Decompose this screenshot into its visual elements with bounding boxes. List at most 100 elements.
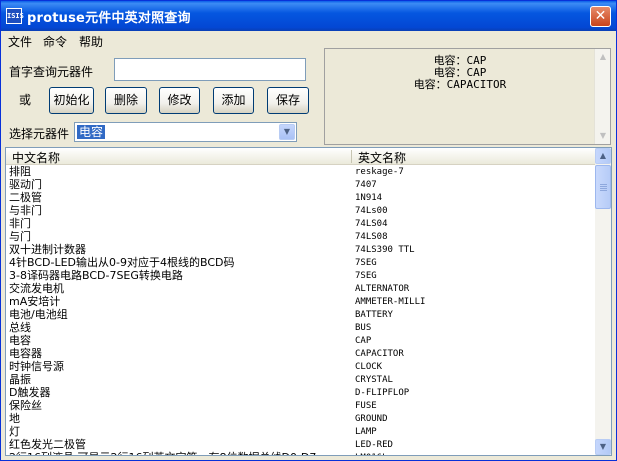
add-button[interactable]: 添加 [213, 87, 254, 114]
search-label: 首字查询元器件 [9, 65, 94, 79]
info-scrollbar[interactable]: ▲ ▼ [594, 49, 610, 144]
table-row[interactable]: 2行16列液晶 可显示2行16列英文字符，有8位数据总线D0-D7 LM016L [6, 451, 596, 455]
table-row[interactable]: D触发器 D-FLIPFLOP [6, 386, 596, 400]
table-row[interactable]: 灯 LAMP [6, 425, 596, 439]
cell-english-name: D-FLIPFLOP [355, 388, 410, 398]
scroll-up-icon[interactable]: ▲ [596, 50, 610, 64]
select-label: 选择元器件 [9, 127, 70, 141]
cell-english-name: 7SEG [355, 258, 377, 268]
cell-chinese-name: 保险丝 [9, 399, 42, 412]
column-header-chinese[interactable]: 中文名称 [12, 149, 60, 166]
cell-english-name: CRYSTAL [355, 375, 393, 385]
table-row[interactable]: 总线 BUS [6, 321, 596, 335]
search-input[interactable] [114, 58, 306, 81]
cell-chinese-name: 时钟信号源 [9, 360, 64, 373]
cell-english-name: 7SEG [355, 271, 377, 281]
app-window: ISIS protuse元件中英对照查询 ✕ 文件 命令 帮助 首字查询元器件 … [0, 0, 617, 461]
table-row[interactable]: 电池/电池组 BATTERY [6, 308, 596, 322]
cell-chinese-name: 交流发电机 [9, 282, 64, 295]
cell-chinese-name: 与门 [9, 230, 31, 243]
cell-english-name: LAMP [355, 427, 377, 437]
cell-english-name: 7407 [355, 180, 377, 190]
scroll-down-icon[interactable]: ▼ [596, 129, 610, 143]
menu-file[interactable]: 文件 [8, 33, 32, 50]
cell-english-name: reskage-7 [355, 167, 404, 177]
cell-english-name: 74LS04 [355, 219, 388, 229]
menu-command[interactable]: 命令 [43, 33, 67, 50]
cell-chinese-name: mA安培计 [9, 295, 61, 308]
cell-chinese-name: 电容器 [9, 347, 42, 360]
cell-chinese-name: 红色发光二极管 [9, 438, 86, 451]
info-panel: 电容：CAP 电容：CAP 电容：CAPACITOR ▲ ▼ [324, 48, 611, 145]
cell-english-name: LED-RED [355, 440, 393, 450]
table-row[interactable]: 3-8译码器电路BCD-7SEG转换电路 7SEG [6, 269, 596, 283]
cell-chinese-name: 排阻 [9, 165, 31, 178]
list-scrollbar[interactable]: ▲ ▼ [595, 148, 611, 455]
cell-english-name: GROUND [355, 414, 388, 424]
table-row[interactable]: 驱动门 7407 [6, 178, 596, 192]
column-header-english[interactable]: 英文名称 [358, 149, 406, 166]
cell-chinese-name: 晶振 [9, 373, 31, 386]
cell-chinese-name: 4针BCD-LED输出从0-9对应于4根线的BCD码 [9, 256, 235, 269]
scroll-up-icon[interactable]: ▲ [595, 148, 611, 164]
column-divider[interactable] [351, 150, 352, 163]
table-row[interactable]: 交流发电机 ALTERNATOR [6, 282, 596, 296]
chevron-down-icon[interactable]: ▼ [279, 124, 295, 140]
window-title: protuse元件中英对照查询 [27, 11, 191, 26]
table-row[interactable]: 电容 CAP [6, 334, 596, 348]
cell-english-name: FUSE [355, 401, 377, 411]
cell-english-name: LM016L [355, 452, 388, 455]
scroll-down-icon[interactable]: ▼ [595, 439, 611, 455]
table-row[interactable]: mA安培计 AMMETER-MILLI [6, 295, 596, 309]
cell-chinese-name: 驱动门 [9, 178, 42, 191]
cell-chinese-name: 灯 [9, 425, 20, 438]
table-row[interactable]: 晶振 CRYSTAL [6, 373, 596, 387]
menu-help[interactable]: 帮助 [79, 33, 103, 50]
cell-chinese-name: 总线 [9, 321, 31, 334]
table-row[interactable]: 二极管 1N914 [6, 191, 596, 205]
component-list[interactable]: 中文名称 英文名称 排阻 reskage-7 驱动门 7407 二极管 1N914 与非门 7… [5, 147, 612, 456]
init-button[interactable]: 初始化 [49, 87, 94, 114]
table-row[interactable]: 非门 74LS04 [6, 217, 596, 231]
cell-chinese-name: 双十进制计数器 [9, 243, 86, 256]
save-button[interactable]: 保存 [267, 87, 309, 114]
table-row[interactable]: 地 GROUND [6, 412, 596, 426]
close-button[interactable]: ✕ [590, 6, 611, 27]
menu-bar: 文件 命令 帮助 [1, 31, 616, 49]
cell-english-name: ALTERNATOR [355, 284, 410, 294]
cell-chinese-name: 与非门 [9, 204, 42, 217]
component-select[interactable]: 电容 ▼ [74, 122, 297, 142]
cell-chinese-name: 电容 [9, 334, 31, 347]
table-row[interactable]: 排阻 reskage-7 [6, 165, 596, 179]
cell-english-name: 74LS08 [355, 232, 388, 242]
cell-chinese-name: 2行16列液晶 可显示2行16列英文字符，有8位数据总线D0-D7 [9, 451, 316, 455]
cell-english-name: 74LS390 TTL [355, 245, 415, 255]
table-row[interactable]: 保险丝 FUSE [6, 399, 596, 413]
select-value: 电容 [77, 125, 106, 139]
cell-chinese-name: D触发器 [9, 386, 51, 399]
cell-chinese-name: 非门 [9, 217, 31, 230]
cell-english-name: CAP [355, 336, 372, 346]
scroll-thumb[interactable] [595, 165, 611, 209]
or-label: 或 [19, 93, 32, 107]
table-row[interactable]: 电容器 CAPACITOR [6, 347, 596, 361]
cell-chinese-name: 电池/电池组 [9, 308, 68, 321]
modify-button[interactable]: 修改 [159, 87, 200, 114]
app-icon: ISIS [6, 8, 24, 24]
cell-chinese-name: 地 [9, 412, 20, 425]
info-line-3: 电容：CAPACITOR [413, 78, 507, 91]
title-bar[interactable]: ISIS protuse元件中英对照查询 ✕ [1, 1, 616, 31]
delete-button[interactable]: 删除 [105, 87, 147, 114]
cell-english-name: BUS [355, 323, 372, 333]
table-row[interactable]: 与非门 74Ls00 [6, 204, 596, 218]
cell-english-name: 74Ls00 [355, 206, 388, 216]
cell-english-name: 1N914 [355, 193, 383, 203]
list-rows: 排阻 reskage-7 驱动门 7407 二极管 1N914 与非门 74Ls00 非门 74L… [6, 165, 596, 455]
list-header: 中文名称 英文名称 [6, 148, 596, 165]
table-row[interactable]: 与门 74LS08 [6, 230, 596, 244]
cell-chinese-name: 二极管 [9, 191, 42, 204]
cell-english-name: CLOCK [355, 362, 383, 372]
cell-english-name: AMMETER-MILLI [355, 297, 426, 307]
table-row[interactable]: 时钟信号源 CLOCK [6, 360, 596, 374]
cell-english-name: CAPACITOR [355, 349, 404, 359]
